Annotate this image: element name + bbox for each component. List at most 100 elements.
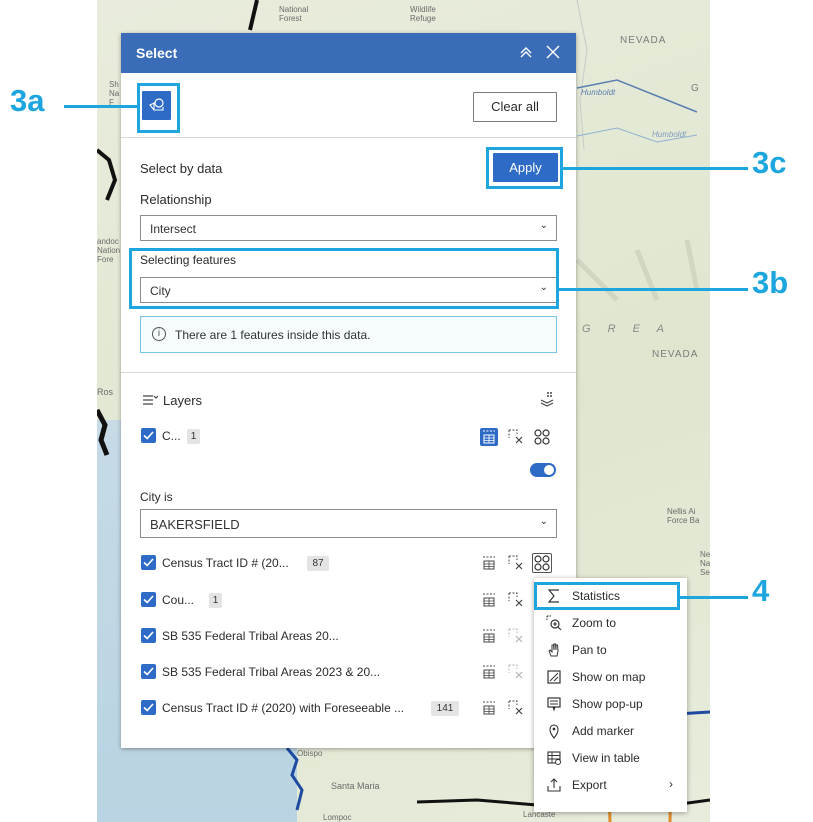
- menu-item-label: Statistics: [572, 589, 621, 603]
- layer-actions-menu: Statistics Zoom to Pan to Show on map Sh…: [534, 578, 687, 812]
- layers-label: Layers: [163, 393, 203, 408]
- select-shapes-icon: [149, 98, 164, 112]
- map-label-santa-maria: Santa Maria: [331, 781, 380, 791]
- selecting-features-label: Selecting features: [140, 253, 237, 267]
- clear-selection-icon[interactable]: [507, 554, 525, 572]
- panel-header: Select: [121, 33, 576, 73]
- layer-row: Cou... 1: [121, 590, 576, 614]
- menu-item-label: Export: [572, 778, 607, 792]
- check-icon: [143, 431, 154, 440]
- select-table-icon[interactable]: [480, 663, 498, 681]
- map-label-nevada-top: NEVADA: [620, 35, 667, 46]
- city-value-select[interactable]: BAKERSFIELD ⌄: [140, 509, 557, 538]
- toggle-knob: [544, 465, 554, 475]
- clear-selection-icon[interactable]: [507, 699, 525, 717]
- select-by-data-tool-button[interactable]: [142, 91, 171, 120]
- features-notice-text: There are 1 features inside this data.: [175, 328, 371, 342]
- map-label-ne-na-se: Ne Na Se: [700, 550, 710, 577]
- clear-selection-icon: [507, 627, 525, 645]
- menu-item-show-on-map[interactable]: Show on map: [534, 664, 687, 690]
- select-table-icon[interactable]: [480, 554, 498, 572]
- screenshot-stage: National Forest Wildlife Refuge NEVADA H…: [0, 0, 813, 822]
- check-icon: [143, 631, 154, 640]
- layers-list-icon: [141, 391, 159, 409]
- select-table-icon[interactable]: [480, 428, 498, 446]
- divider: [121, 372, 576, 373]
- panel-title: Select: [136, 45, 178, 61]
- layer-count-badge: 1: [187, 429, 200, 444]
- check-icon: [143, 558, 154, 567]
- callout-line-4: [680, 596, 748, 599]
- menu-item-label: Zoom to: [572, 616, 617, 630]
- divider: [121, 137, 576, 138]
- clear-selection-icon[interactable]: [507, 428, 525, 446]
- map-label-wildlife-refuge: Wildlife Refuge: [410, 5, 436, 23]
- layer-row: Census Tract ID # (2020) with Foreseeabl…: [121, 698, 576, 722]
- layer-name: Census Tract ID # (20...: [162, 556, 289, 570]
- menu-item-add-marker[interactable]: Add marker: [534, 718, 687, 744]
- clear-selection-icon[interactable]: [507, 591, 525, 609]
- map-label-humboldt-2: Humboldt: [652, 130, 687, 139]
- popup-icon: [546, 696, 562, 712]
- layer-row: Census Tract ID # (20... 87: [121, 553, 576, 577]
- check-icon: [143, 703, 154, 712]
- menu-item-pan-to[interactable]: Pan to: [534, 637, 687, 663]
- callout-label-4: 4: [752, 573, 770, 608]
- layer-checkbox[interactable]: [141, 428, 156, 443]
- map-label-great: G R E A: [582, 323, 671, 335]
- export-icon: [546, 777, 562, 793]
- menu-item-label: View in table: [572, 751, 640, 765]
- menu-item-export[interactable]: Export ›: [534, 772, 687, 798]
- city-value: BAKERSFIELD: [150, 517, 240, 532]
- chevron-down-icon: ⌄: [539, 282, 548, 293]
- callout-label-3a: 3a: [10, 83, 45, 118]
- layer-name: SB 535 Federal Tribal Areas 2023 & 20...: [162, 665, 381, 679]
- features-notice: i There are 1 features inside this data.: [140, 316, 557, 353]
- callout-line-3a: [64, 105, 137, 108]
- menu-item-label: Show pop-up: [572, 697, 643, 711]
- menu-item-zoom-to[interactable]: Zoom to: [534, 610, 687, 636]
- relationship-label: Relationship: [140, 192, 212, 207]
- check-icon: [143, 595, 154, 604]
- chevron-right-icon: ›: [669, 777, 673, 791]
- select-table-icon[interactable]: [480, 699, 498, 717]
- layer-count-badge: 87: [307, 556, 329, 571]
- map-label-g: G: [691, 83, 700, 94]
- menu-item-statistics[interactable]: Statistics: [534, 583, 687, 609]
- layer-toggle-switch[interactable]: [530, 463, 556, 477]
- layer-checkbox[interactable]: [141, 664, 156, 679]
- layer-name: Cou...: [162, 593, 195, 607]
- menu-item-view-in-table[interactable]: View in table: [534, 745, 687, 771]
- marker-icon: [546, 723, 562, 739]
- layer-checkbox[interactable]: [141, 592, 156, 607]
- layer-checkbox[interactable]: [141, 555, 156, 570]
- layer-count-badge: 141: [431, 701, 459, 716]
- sigma-icon: [546, 588, 562, 604]
- chevron-down-icon: ⌄: [539, 220, 548, 231]
- close-icon[interactable]: [543, 42, 563, 62]
- clear-all-button[interactable]: Clear all: [473, 92, 557, 122]
- info-icon: i: [152, 327, 166, 341]
- layer-count-badge: 1: [209, 593, 222, 608]
- relationship-select[interactable]: Intersect ⌄: [140, 215, 557, 241]
- map-label-ros: Ros: [97, 387, 114, 397]
- map-check-icon: [546, 669, 562, 685]
- select-table-icon[interactable]: [480, 591, 498, 609]
- layer-checkbox[interactable]: [141, 628, 156, 643]
- menu-item-label: Show on map: [572, 670, 646, 684]
- more-actions-icon[interactable]: [532, 553, 552, 573]
- apply-button[interactable]: Apply: [493, 153, 558, 182]
- collapse-icon[interactable]: [516, 42, 536, 62]
- layers-options-icon[interactable]: [538, 390, 556, 408]
- select-table-icon[interactable]: [480, 627, 498, 645]
- more-actions-icon[interactable]: [533, 428, 551, 446]
- map-label-humboldt-1: Humboldt: [581, 88, 616, 97]
- selecting-features-select[interactable]: City ⌄: [140, 277, 557, 303]
- layer-checkbox[interactable]: [141, 700, 156, 715]
- zoom-to-icon: [546, 615, 562, 631]
- callout-line-3b: [559, 288, 748, 291]
- layer-row: SB 535 Federal Tribal Areas 2023 & 20...: [121, 662, 576, 686]
- menu-item-show-popup[interactable]: Show pop-up: [534, 691, 687, 717]
- map-label-nellis: Nellis Ai Force Ba: [667, 507, 700, 525]
- layer-name: Census Tract ID # (2020) with Foreseeabl…: [162, 701, 405, 715]
